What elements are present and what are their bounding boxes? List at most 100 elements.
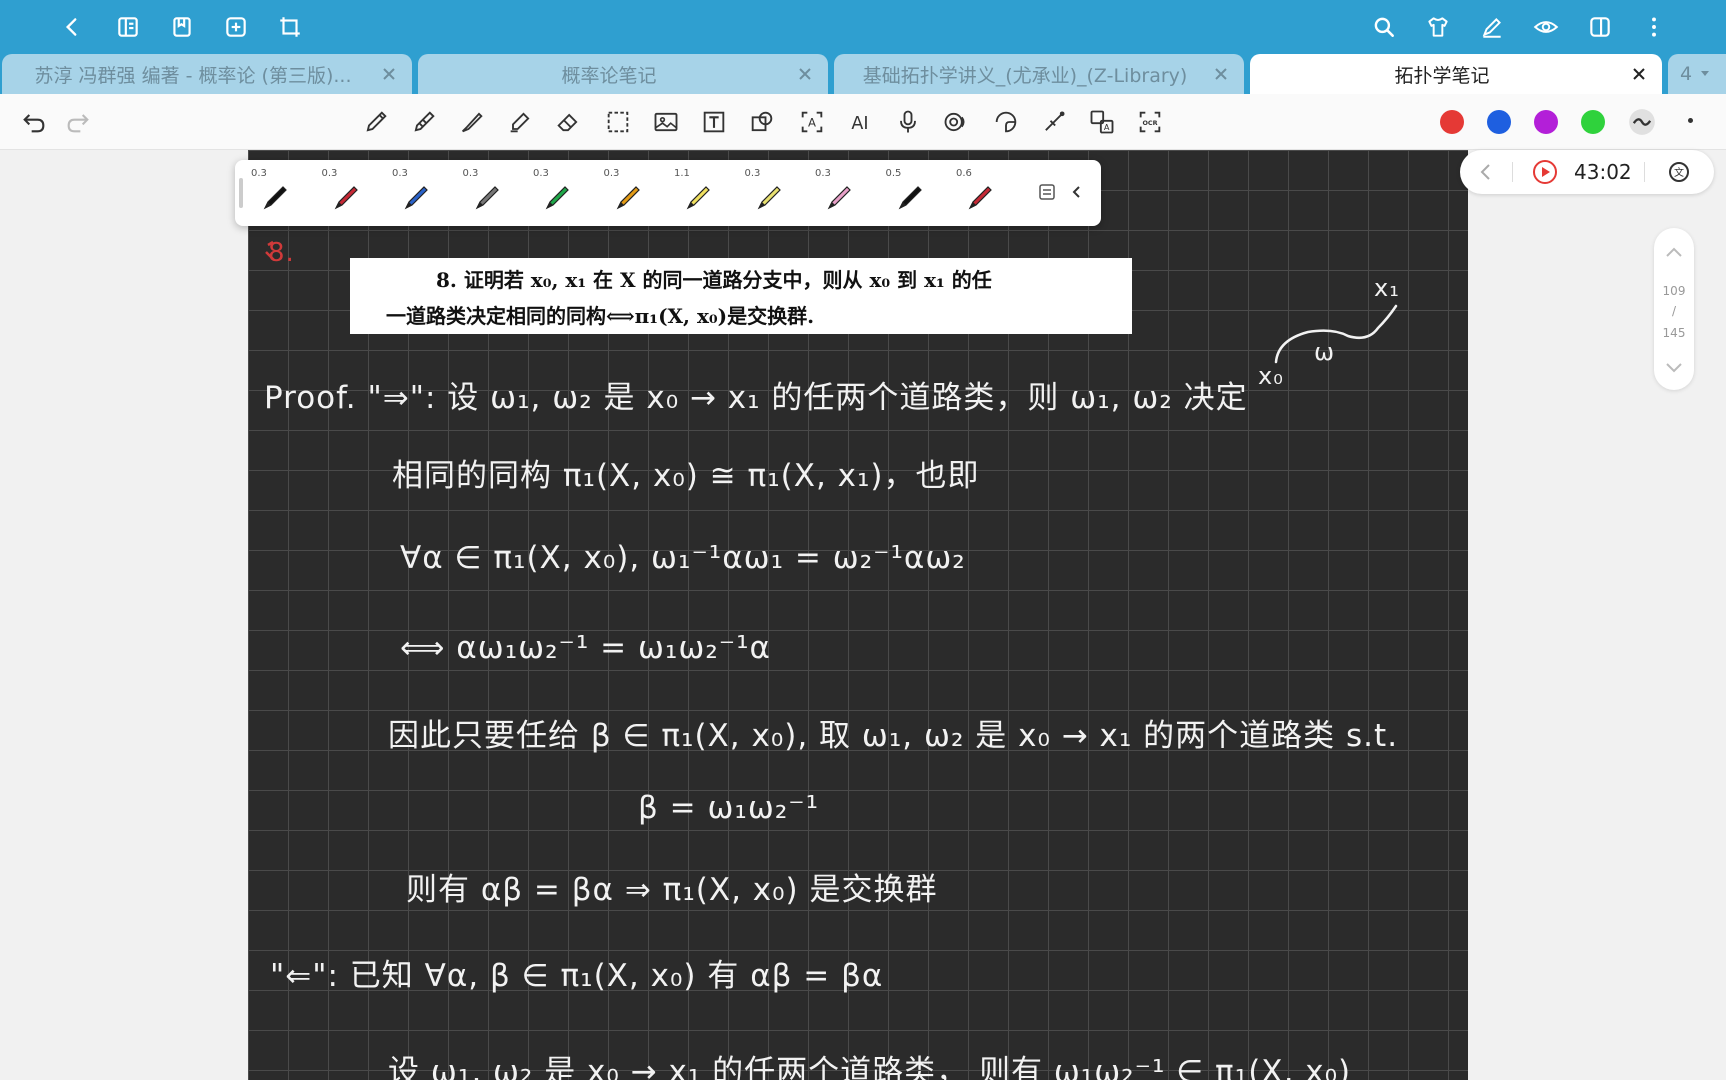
tab-label: 基础拓扑学讲义_(尤承业)_(Z-Library) bbox=[862, 64, 1188, 87]
divider bbox=[1644, 162, 1645, 182]
pen-size-label: 0.3 bbox=[321, 168, 338, 179]
text-box-icon[interactable] bbox=[698, 106, 730, 138]
top-bar bbox=[0, 0, 1726, 54]
eye-icon[interactable] bbox=[1530, 11, 1562, 43]
more-dot-icon[interactable] bbox=[1688, 118, 1693, 123]
tab-topology-notes[interactable]: 拓扑学笔记 bbox=[1250, 54, 1662, 94]
pen-size-label: 1.1 bbox=[674, 168, 690, 179]
collapse-palette-icon[interactable] bbox=[1063, 178, 1091, 206]
svg-text:AI: AI bbox=[851, 114, 868, 134]
pen-preset[interactable]: 0.3 bbox=[527, 166, 587, 220]
pen-preset[interactable]: 0.5 bbox=[880, 166, 940, 220]
audio-recording-icon[interactable] bbox=[940, 106, 972, 138]
pen-size-label: 0.6 bbox=[956, 168, 972, 179]
pen-preset[interactable]: 0.3 bbox=[809, 166, 869, 220]
image-icon[interactable] bbox=[650, 106, 682, 138]
proof-line-9: 设 ω₁, ω₂ 是 x₀ → x₁ 的任两个道路类， 则有 ω₁ω₂⁻¹ ∈ … bbox=[388, 1054, 1352, 1080]
pen-icon bbox=[827, 186, 851, 210]
recording-settings-icon[interactable]: 文 bbox=[1666, 159, 1692, 189]
play-record-icon[interactable] bbox=[1532, 159, 1558, 189]
pen-icon bbox=[545, 186, 569, 210]
proof-line-2: 相同的同构 π₁(X, x₀) ≅ π₁(X, x₁)，也即 bbox=[392, 458, 980, 494]
pencil-tool-icon[interactable] bbox=[408, 106, 440, 138]
stroke-style-icon[interactable] bbox=[1626, 106, 1658, 138]
pen-size-label: 0.3 bbox=[815, 168, 831, 179]
close-icon[interactable] bbox=[1212, 65, 1230, 83]
page-up-icon[interactable] bbox=[1664, 246, 1684, 263]
close-icon[interactable] bbox=[796, 65, 814, 83]
undo-icon[interactable] bbox=[18, 106, 50, 138]
svg-text:OCR: OCR bbox=[1142, 119, 1157, 127]
redo-icon[interactable] bbox=[62, 106, 94, 138]
tab-label: 苏淳 冯群强 编著 - 概率论 (第三版)... bbox=[34, 64, 352, 87]
eraser-icon[interactable] bbox=[552, 106, 584, 138]
palette-settings-icon[interactable] bbox=[1033, 178, 1061, 206]
sticker-icon[interactable] bbox=[990, 106, 1022, 138]
pen-preset[interactable]: 0.3 bbox=[245, 166, 305, 220]
back-icon[interactable] bbox=[56, 11, 88, 43]
proof-line-8: "⇐": 已知 ∀α, β ∈ π₁(X, x₀) 有 αβ = βα bbox=[270, 958, 884, 994]
sketch-end-label: x₁ bbox=[1374, 274, 1400, 302]
tab-label: 拓扑学笔记 bbox=[1394, 64, 1490, 87]
crop-icon[interactable] bbox=[274, 11, 306, 43]
drawing-toolbar: A AI A OCR bbox=[0, 94, 1726, 150]
pen-icon bbox=[968, 186, 992, 210]
page-indicator: 109 / 145 bbox=[1654, 228, 1694, 390]
proof-line-1: Proof. "⇒": 设 ω₁, ω₂ 是 x₀ → x₁ 的任两个道路类，则… bbox=[264, 380, 1248, 416]
add-page-icon[interactable] bbox=[220, 11, 252, 43]
sketch-start-label: x₀ bbox=[1258, 362, 1284, 390]
page-separator: / bbox=[1671, 304, 1677, 318]
brush-tool-icon[interactable] bbox=[456, 106, 488, 138]
outline-icon[interactable] bbox=[112, 11, 144, 43]
laser-pointer-icon[interactable] bbox=[1038, 106, 1070, 138]
color-purple-button[interactable] bbox=[1534, 110, 1558, 134]
tab-probability-book[interactable]: 苏淳 冯群强 编著 - 概率论 (第三版)... bbox=[2, 54, 412, 94]
close-icon[interactable] bbox=[380, 65, 398, 83]
shape-icon[interactable] bbox=[746, 106, 778, 138]
pen-preset[interactable]: 1.1 bbox=[668, 166, 728, 220]
search-icon[interactable] bbox=[1368, 11, 1400, 43]
close-icon[interactable] bbox=[1630, 65, 1648, 83]
pen-size-label: 0.3 bbox=[603, 168, 620, 179]
page-down-icon[interactable] bbox=[1664, 360, 1684, 377]
sketch-path-label: ω bbox=[1314, 338, 1336, 366]
problem-number-red: 8. bbox=[268, 238, 295, 268]
page-margin bbox=[0, 150, 248, 1080]
tab-count: 4 bbox=[1680, 63, 1693, 85]
text-recognition-icon[interactable]: A bbox=[796, 106, 828, 138]
ocr-icon[interactable]: OCR bbox=[1134, 106, 1166, 138]
pen-icon bbox=[898, 186, 922, 210]
pen-icon bbox=[334, 186, 358, 210]
pen-size-label: 0.3 bbox=[744, 168, 761, 179]
edit-pen-icon[interactable] bbox=[1476, 11, 1508, 43]
lasso-select-icon[interactable] bbox=[602, 106, 634, 138]
svg-text:A: A bbox=[1104, 122, 1110, 132]
color-blue-button[interactable] bbox=[1487, 110, 1511, 134]
recorder-widget: 43:02 文 bbox=[1460, 150, 1714, 194]
tab-probability-notes[interactable]: 概率论笔记 bbox=[418, 54, 828, 94]
highlighter-tool-icon[interactable] bbox=[504, 106, 536, 138]
palette-drag-handle[interactable] bbox=[239, 178, 243, 208]
pen-preset[interactable]: 0.6 bbox=[950, 166, 1010, 220]
pen-preset[interactable]: 0.3 bbox=[457, 166, 517, 220]
pen-preset[interactable]: 0.3 bbox=[386, 166, 446, 220]
microphone-icon[interactable] bbox=[892, 106, 924, 138]
chevron-left-icon[interactable] bbox=[1478, 162, 1494, 186]
pen-preset[interactable]: 0.3 bbox=[739, 166, 799, 220]
more-icon[interactable] bbox=[1638, 11, 1670, 43]
tab-count-button[interactable]: 4 bbox=[1668, 54, 1726, 94]
theme-shirt-icon[interactable] bbox=[1422, 11, 1454, 43]
color-red-button[interactable] bbox=[1440, 110, 1464, 134]
translate-icon[interactable]: A bbox=[1086, 106, 1118, 138]
pen-preset[interactable]: 0.3 bbox=[316, 166, 376, 220]
split-view-icon[interactable] bbox=[1584, 11, 1616, 43]
ai-icon[interactable]: AI bbox=[844, 106, 876, 138]
pen-icon bbox=[686, 186, 710, 210]
pen-icon bbox=[757, 186, 781, 210]
pen-tool-icon[interactable] bbox=[360, 106, 392, 138]
bookmark-icon[interactable] bbox=[166, 11, 198, 43]
pen-preset[interactable]: 0.3 bbox=[598, 166, 658, 220]
color-green-button[interactable] bbox=[1581, 110, 1605, 134]
svg-text:A: A bbox=[808, 116, 816, 130]
tab-topology-book[interactable]: 基础拓扑学讲义_(尤承业)_(Z-Library) bbox=[834, 54, 1244, 94]
